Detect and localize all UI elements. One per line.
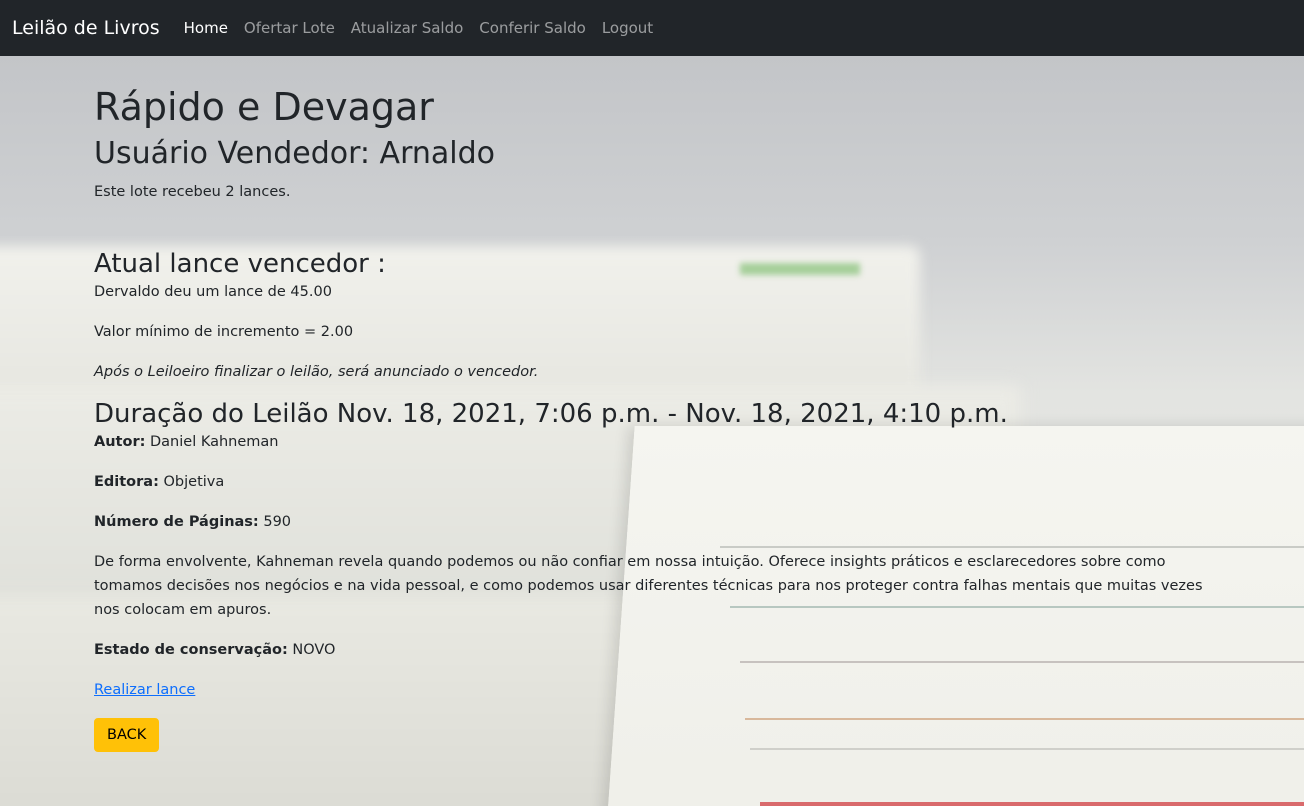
nav-conferir-saldo[interactable]: Conferir Saldo xyxy=(471,19,594,37)
author-row: Autor: Daniel Kahneman xyxy=(94,430,1224,454)
publisher-row: Editora: Objetiva xyxy=(94,470,1224,494)
auction-duration: Duração do Leilão Nov. 18, 2021, 7:06 p.… xyxy=(94,399,1008,429)
nav-ofertar-lote[interactable]: Ofertar Lote xyxy=(236,19,343,37)
place-bid-link[interactable]: Realizar lance xyxy=(94,682,195,698)
winner-heading: Atual lance vencedor : xyxy=(94,249,386,279)
pages-row: Número de Páginas: 590 xyxy=(94,510,1224,534)
lot-title: Rápido e Devagar xyxy=(94,85,434,129)
seller-heading: Usuário Vendedor: Arnaldo xyxy=(94,136,496,171)
condition-label: Estado de conservação: xyxy=(94,642,288,658)
bid-link-row: Realizar lance xyxy=(94,678,1224,702)
lot-detail: Rápido e Devagar Usuário Vendedor: Arnal… xyxy=(94,56,1224,752)
winner-bid: Dervaldo deu um lance de 45.00 xyxy=(94,284,332,300)
nav-logout[interactable]: Logout xyxy=(594,19,661,37)
description: De forma envolvente, Kahneman revela qua… xyxy=(94,554,1203,618)
min-increment: Valor mínimo de incremento = 2.00 xyxy=(94,324,354,340)
author-value: Daniel Kahneman xyxy=(150,434,279,450)
background-page-edge xyxy=(760,802,1304,806)
author-label: Autor: xyxy=(94,434,146,450)
condition-row: Estado de conservação: NOVO xyxy=(94,638,1224,662)
nav-home[interactable]: Home xyxy=(176,19,236,37)
pages-value: 590 xyxy=(263,514,292,530)
publisher-value: Objetiva xyxy=(163,474,225,490)
navbar-brand[interactable]: Leilão de Livros xyxy=(12,17,160,39)
bids-count: Este lote recebeu 2 lances. xyxy=(94,184,291,200)
pages-label: Número de Páginas: xyxy=(94,514,259,530)
navbar: Leilão de Livros Home Ofertar Lote Atual… xyxy=(0,0,1304,56)
nav-atualizar-saldo[interactable]: Atualizar Saldo xyxy=(343,19,472,37)
back-button[interactable]: BACK xyxy=(94,718,160,752)
publisher-label: Editora: xyxy=(94,474,159,490)
winner-note: Após o Leiloeiro finalizar o leilão, ser… xyxy=(94,364,539,380)
condition-value: NOVO xyxy=(292,642,336,658)
